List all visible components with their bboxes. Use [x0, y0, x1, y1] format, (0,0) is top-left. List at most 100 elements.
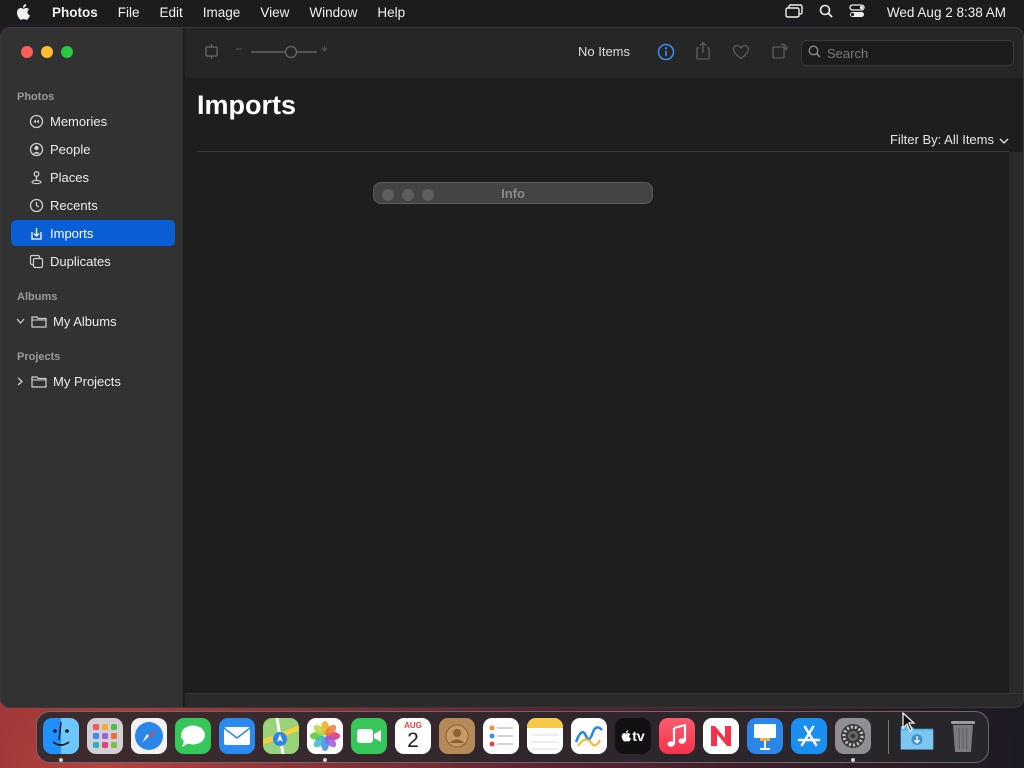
- news-icon[interactable]: [703, 718, 739, 754]
- menu-clock[interactable]: Wed Aug 2 8:38 AM: [887, 5, 1006, 20]
- tv-label: tv: [632, 728, 645, 744]
- messages-icon[interactable]: [175, 718, 211, 754]
- trash-icon[interactable]: [945, 718, 981, 754]
- app-store-icon[interactable]: [791, 718, 827, 754]
- item-count-status: No Items: [578, 44, 631, 59]
- notes-icon[interactable]: [527, 718, 563, 754]
- finder-icon[interactable]: [43, 718, 79, 754]
- safari-icon[interactable]: [131, 718, 167, 754]
- sidebar-item-label: Imports: [50, 225, 94, 241]
- sidebar-item-label: Places: [50, 169, 90, 185]
- duplicates-icon: [27, 252, 45, 270]
- mouse-pointer-icon: [902, 711, 916, 737]
- sidebar-item-imports[interactable]: Imports: [11, 220, 175, 246]
- music-icon[interactable]: [659, 718, 695, 754]
- settings-running-indicator: [851, 758, 855, 762]
- sidebar-item-label: Memories: [50, 113, 108, 129]
- sidebar-item-duplicates[interactable]: Duplicates: [11, 248, 175, 274]
- dock: AUG 2 tv: [36, 711, 989, 763]
- dock-separator: [888, 720, 889, 754]
- sidebar-item-recents[interactable]: Recents: [11, 192, 175, 218]
- spotlight-search-icon[interactable]: [819, 4, 833, 21]
- sidebar-item-label: Recents: [50, 197, 98, 213]
- system-settings-icon[interactable]: [835, 718, 871, 754]
- photos-running-indicator: [323, 758, 327, 762]
- chevron-right-icon[interactable]: [13, 377, 27, 386]
- section-label-projects: Projects: [17, 351, 61, 363]
- calendar-icon[interactable]: AUG 2: [395, 718, 431, 754]
- info-minimize-button[interactable]: [402, 189, 414, 201]
- share-icon[interactable]: [695, 41, 711, 61]
- zoom-in-label[interactable]: +: [321, 42, 328, 56]
- reminders-icon[interactable]: [483, 718, 519, 754]
- freeform-icon[interactable]: [571, 718, 607, 754]
- sidebar-item-my-albums[interactable]: My Albums: [11, 308, 175, 334]
- info-panel[interactable]: Info: [373, 182, 653, 204]
- horizontal-scrollbar[interactable]: [185, 693, 1023, 707]
- zoom-slider[interactable]: [249, 45, 319, 59]
- menu-window[interactable]: Window: [309, 5, 357, 20]
- chevron-down-icon: [999, 132, 1009, 147]
- header-divider: [197, 151, 1009, 152]
- calendar-day: 2: [407, 729, 419, 752]
- info-icon[interactable]: [657, 43, 675, 61]
- filter-label: Filter By: All Items: [889, 132, 994, 147]
- control-center-icon[interactable]: [849, 3, 865, 21]
- close-button[interactable]: [21, 46, 33, 58]
- places-icon: [27, 168, 45, 186]
- favorite-heart-icon[interactable]: [732, 44, 750, 60]
- sidebar-item-label: My Albums: [53, 313, 117, 329]
- screen-mirroring-icon[interactable]: [785, 3, 803, 21]
- apple-menu-icon[interactable]: [16, 4, 36, 20]
- rotate-icon[interactable]: [203, 43, 220, 60]
- zoom-out-label[interactable]: −: [235, 42, 242, 56]
- section-label-photos: Photos: [17, 91, 55, 103]
- menu-help[interactable]: Help: [377, 5, 405, 20]
- minimize-button[interactable]: [41, 46, 53, 58]
- menu-bar: Photos File Edit Image View Window Help …: [0, 0, 1024, 24]
- contacts-icon[interactable]: [439, 718, 475, 754]
- finder-running-indicator: [59, 758, 63, 762]
- mail-icon[interactable]: [219, 718, 255, 754]
- menu-file[interactable]: File: [118, 5, 140, 20]
- keynote-icon[interactable]: [747, 718, 783, 754]
- info-close-button[interactable]: [382, 189, 394, 201]
- people-icon: [27, 140, 45, 158]
- recents-icon: [27, 196, 45, 214]
- window-controls: [21, 46, 73, 58]
- search-icon: [808, 45, 821, 61]
- sidebar-item-my-projects[interactable]: My Projects: [11, 368, 175, 394]
- imports-icon: [27, 224, 45, 242]
- sidebar-item-places[interactable]: Places: [11, 164, 175, 190]
- info-zoom-button[interactable]: [422, 189, 434, 201]
- toolbar: − + No Items Search: [185, 28, 1023, 78]
- sidebar-item-people[interactable]: People: [11, 136, 175, 162]
- page-title: Imports: [197, 90, 297, 120]
- menu-view[interactable]: View: [260, 5, 289, 20]
- sidebar-item-label: People: [50, 141, 91, 157]
- sidebar-item-label: Duplicates: [50, 253, 111, 269]
- menu-app-name[interactable]: Photos: [52, 5, 98, 20]
- vertical-scrollbar[interactable]: [1009, 152, 1023, 693]
- chevron-down-icon[interactable]: [13, 318, 27, 324]
- photos-window: Photos Memories People Places Recents Im…: [0, 27, 1024, 708]
- facetime-icon[interactable]: [351, 718, 387, 754]
- maps-icon[interactable]: [263, 718, 299, 754]
- rotate-left-icon[interactable]: [771, 42, 789, 60]
- sidebar-item-memories[interactable]: Memories: [11, 108, 175, 134]
- memories-icon: [27, 112, 45, 130]
- folder-icon: [30, 312, 48, 330]
- zoom-button[interactable]: [61, 46, 73, 58]
- folder-icon: [30, 372, 48, 390]
- sidebar: Photos Memories People Places Recents Im…: [1, 28, 184, 707]
- photos-app-icon[interactable]: [307, 718, 343, 754]
- main-content: − + No Items Search Imports Filter By: A…: [185, 28, 1023, 707]
- filter-dropdown[interactable]: Filter By: All Items: [890, 132, 1009, 147]
- launchpad-icon[interactable]: [87, 718, 123, 754]
- sidebar-item-label: My Projects: [53, 373, 121, 389]
- menu-image[interactable]: Image: [203, 5, 241, 20]
- search-placeholder: Search: [827, 45, 869, 61]
- apple-tv-icon[interactable]: tv: [615, 718, 651, 754]
- menu-edit[interactable]: Edit: [160, 5, 183, 20]
- search-field[interactable]: Search: [801, 40, 1014, 66]
